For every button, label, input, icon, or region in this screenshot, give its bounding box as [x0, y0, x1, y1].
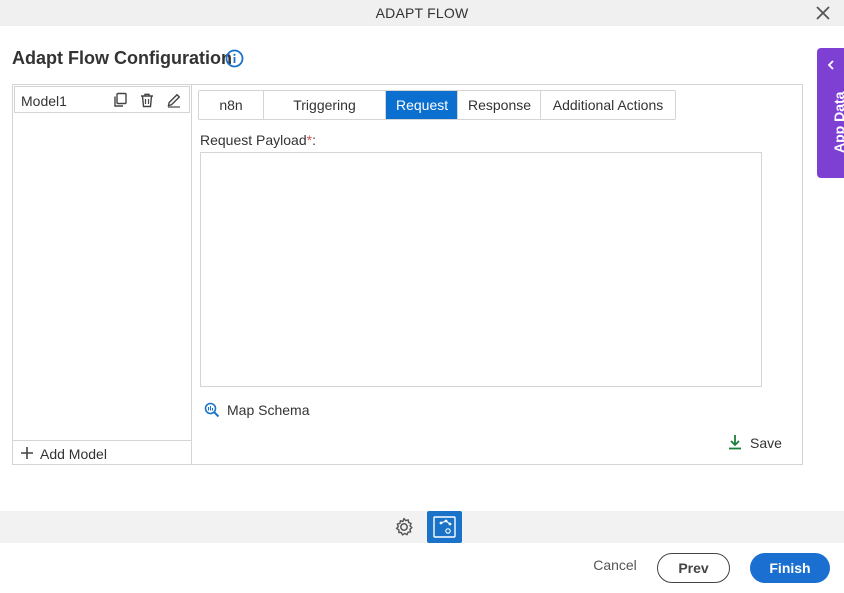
prev-button[interactable]: Prev	[657, 553, 730, 583]
app-data-label: App Data	[831, 91, 844, 153]
tab-request[interactable]: Request	[386, 91, 458, 119]
model-list: Model1 Add Model	[13, 85, 192, 464]
add-model-label: Add Model	[40, 446, 107, 462]
request-payload-label: Request Payload*:	[200, 132, 316, 148]
finish-button[interactable]: Finish	[750, 553, 830, 583]
window-title: ADAPT FLOW	[375, 5, 469, 21]
flow-view-button[interactable]	[427, 511, 462, 543]
tab-triggering-event[interactable]: Triggering Event	[264, 91, 386, 119]
edit-icon[interactable]	[166, 92, 182, 108]
model-name: Model1	[21, 93, 67, 109]
app-data-panel-toggle[interactable]: App Data	[817, 48, 844, 178]
map-schema-icon	[204, 402, 220, 418]
configuration-panel: Model1 Add Model n8n Triggering Event	[12, 84, 803, 465]
tab-n8n[interactable]: n8n	[199, 91, 264, 119]
tab-additional-actions[interactable]: Additional Actions	[541, 91, 675, 119]
tab-response[interactable]: Response	[458, 91, 541, 119]
map-schema-label: Map Schema	[227, 402, 310, 418]
cancel-button[interactable]: Cancel	[585, 557, 645, 573]
download-icon	[729, 435, 741, 450]
copy-icon[interactable]	[112, 92, 128, 108]
model-item[interactable]: Model1	[14, 86, 190, 113]
flow-diagram-icon	[433, 516, 456, 538]
label-suffix: :	[312, 132, 316, 148]
save-label: Save	[750, 435, 782, 451]
delete-icon[interactable]	[139, 92, 155, 108]
page-title: Adapt Flow Configuration	[12, 48, 232, 68]
plus-icon	[21, 447, 33, 459]
info-icon[interactable]	[225, 49, 244, 68]
gear-icon[interactable]	[393, 516, 415, 538]
add-model-button[interactable]: Add Model	[13, 440, 191, 464]
bottom-toolbar	[0, 511, 844, 543]
tab-bar: n8n Triggering Event Request Response Ad…	[198, 90, 676, 120]
request-payload-label-text: Request Payload	[200, 132, 307, 148]
title-bar: ADAPT FLOW	[0, 0, 844, 26]
request-payload-input[interactable]	[200, 152, 762, 387]
close-icon[interactable]	[814, 4, 832, 22]
chevron-left-icon	[827, 60, 834, 70]
